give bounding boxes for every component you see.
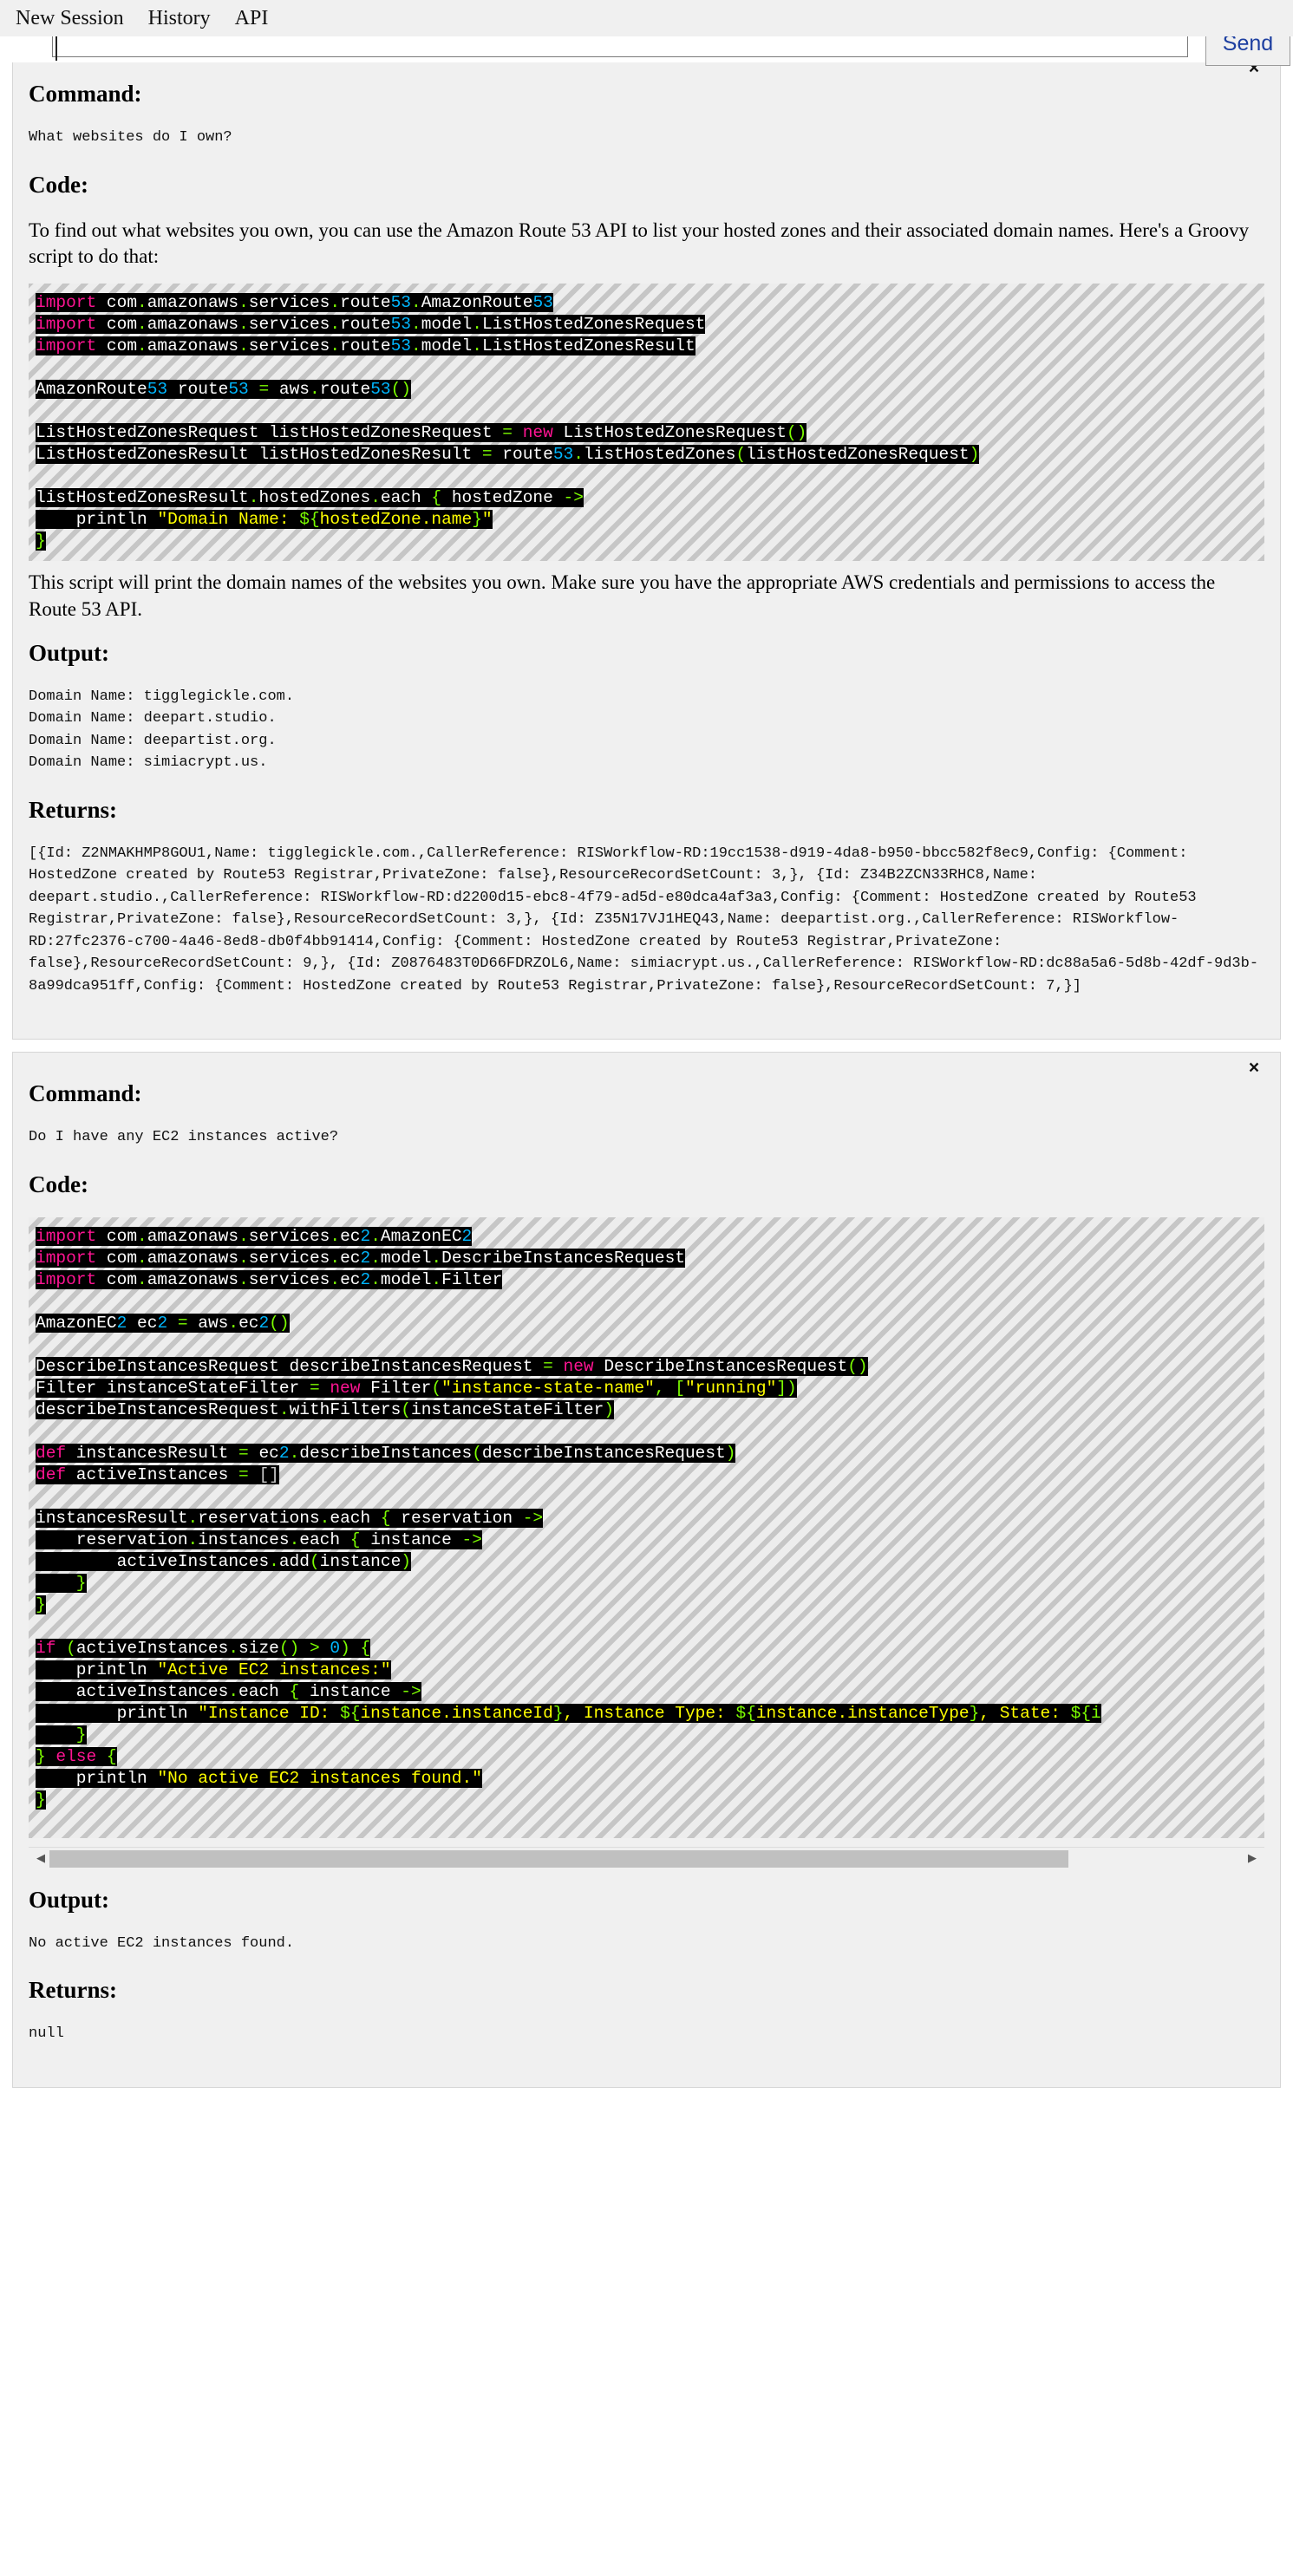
code-line: import com.amazonaws.services.ec2.Amazon…: [36, 1226, 473, 1246]
code-line: println "Domain Name: ${hostedZone.name}…: [36, 510, 493, 530]
menu-item-new-session[interactable]: New Session: [16, 7, 124, 30]
text-caret: [56, 36, 57, 61]
menu-item-api[interactable]: API: [235, 7, 269, 30]
output-heading: Output:: [29, 639, 110, 666]
returns-heading: Returns:: [29, 796, 117, 823]
code-line: }: [36, 1595, 46, 1614]
code-line: }: [36, 1790, 46, 1810]
code-line: reservation.instances.each { instance ->: [36, 1529, 482, 1549]
output-heading: Output:: [29, 1886, 110, 1913]
prompt-row: [0, 36, 1293, 62]
code-line: import com.amazonaws.services.ec2.model.…: [36, 1269, 503, 1289]
command-heading: Command:: [29, 1080, 142, 1107]
code-lines: import com.amazonaws.services.ec2.Amazon…: [36, 1226, 1264, 1833]
command-text: What websites do I own?: [29, 129, 232, 146]
code-line: AmazonRoute53 route53 = aws.route53(): [36, 380, 412, 400]
returns-text: null: [29, 2025, 64, 2043]
code-line: import com.amazonaws.services.route53.Am…: [36, 293, 553, 313]
code-block-route53[interactable]: import com.amazonaws.services.route53.Am…: [29, 284, 1264, 562]
code-line: activeInstances.each { instance ->: [36, 1681, 421, 1701]
code-line: ListHostedZonesResult listHostedZonesRes…: [36, 445, 980, 465]
code-line: import com.amazonaws.services.route53.mo…: [36, 336, 695, 356]
code-line: Filter instanceStateFilter = new Filter(…: [36, 1378, 797, 1398]
code-line: }: [36, 1725, 87, 1745]
code-line: println "Instance ID: ${instance.instanc…: [36, 1703, 1101, 1723]
code-outro-prose: This script will print the domain names …: [29, 571, 1216, 620]
code-line: import com.amazonaws.services.route53.mo…: [36, 315, 706, 335]
code-intro-prose: To find out what websites you own, you c…: [29, 218, 1250, 267]
code-line: AmazonEC2 ec2 = aws.ec2(): [36, 1313, 290, 1333]
scroll-right-icon[interactable]: ▶: [1244, 1848, 1261, 1870]
code-heading: Code:: [29, 1171, 88, 1197]
code-line: import com.amazonaws.services.ec2.model.…: [36, 1248, 685, 1268]
code-line: println "Active EC2 instances:": [36, 1660, 391, 1679]
returns-text: [{Id: Z2NMAKHMP8GOU1,Name: tigglegickle.…: [29, 845, 1259, 995]
main-menubar: New Session History API: [0, 0, 1293, 36]
code-heading: Code:: [29, 171, 88, 198]
scroll-left-icon[interactable]: ◀: [32, 1848, 49, 1870]
code-line: def instancesResult = ec2.describeInstan…: [36, 1443, 736, 1463]
code-line: println "No active EC2 instances found.": [36, 1768, 482, 1788]
output-text: No active EC2 instances found.: [29, 1934, 295, 1952]
command-text: Do I have any EC2 instances active?: [29, 1129, 339, 1146]
code-line: listHostedZonesResult.hostedZones.each {…: [36, 488, 584, 508]
code-block-ec2[interactable]: import com.amazonaws.services.ec2.Amazon…: [29, 1216, 1264, 1838]
code-line: instancesResult.reservations.each { rese…: [36, 1508, 544, 1528]
results-list: × Command: What websites do I own? Code:…: [0, 52, 1293, 2100]
code-line: }: [36, 532, 46, 551]
close-icon[interactable]: ×: [1245, 1059, 1263, 1077]
code-line: describeInstancesRequest.withFilters(ins…: [36, 1399, 615, 1419]
returns-heading: Returns:: [29, 1977, 117, 2004]
code-line: ListHostedZonesRequest listHostedZonesRe…: [36, 423, 807, 443]
code-line: activeInstances.add(instance): [36, 1551, 411, 1571]
output-text: Domain Name: tigglegickle.com. Domain Na…: [29, 688, 295, 772]
code-line: } else {: [36, 1746, 117, 1766]
command-heading: Command:: [29, 81, 142, 107]
code-lines: import com.amazonaws.services.route53.Am…: [36, 292, 1264, 552]
menu-item-history[interactable]: History: [148, 7, 211, 30]
scrollbar-thumb[interactable]: [49, 1849, 1068, 1868]
result-card-route53: × Command: What websites do I own? Code:…: [12, 52, 1281, 1040]
code-line: def activeInstances = []: [36, 1464, 279, 1484]
code-line: DescribeInstancesRequest describeInstanc…: [36, 1356, 868, 1376]
code-line: if (activeInstances.size() > 0) {: [36, 1638, 371, 1658]
code-horizontal-scrollbar[interactable]: ◀ ▶: [29, 1846, 1264, 1870]
result-card-ec2: × Command: Do I have any EC2 instances a…: [12, 1052, 1281, 2088]
command-input[interactable]: [52, 36, 1188, 57]
code-line: }: [36, 1573, 87, 1593]
